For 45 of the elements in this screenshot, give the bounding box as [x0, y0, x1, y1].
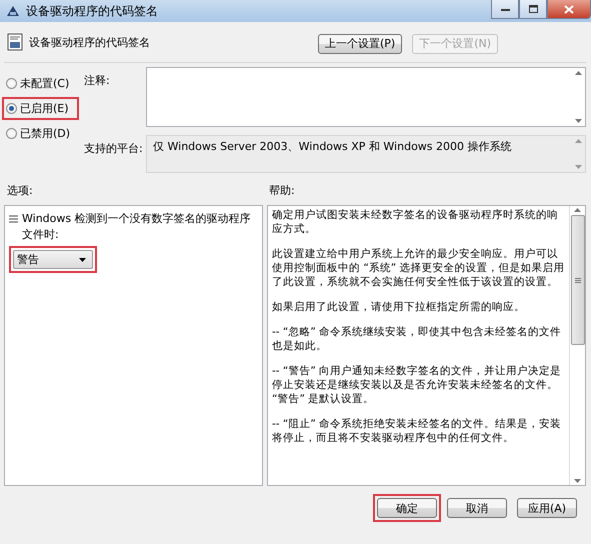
platform-text: 仅 Windows Server 2003、Windows XP 和 Windows 2000 操作系统 — [152, 139, 513, 155]
field-label: 支持的平台: — [84, 141, 144, 157]
scroll-up-icon — [574, 139, 582, 143]
setting-icon — [7, 33, 23, 51]
list-icon — [9, 215, 18, 223]
help-paragraph: 此设置建立给中用户系统上允许的最少安全响应。用户可以使用控制面板中的 “系统” 选择更安全的设置，但是如果启用了此设置，系统就不会实施任何安全性低于该设置的设置。 — [272, 247, 565, 289]
caret-icon — [79, 258, 86, 262]
scrollbar[interactable] — [569, 206, 585, 485]
setting-title: 设备驱动程序的代码签名 — [29, 34, 151, 50]
section-heading: 选项: — [6, 183, 34, 199]
close-button[interactable] — [547, 0, 591, 19]
minimize-button[interactable] — [491, 0, 519, 19]
help-paragraph: 如果启用了此设置，请使用下拉框指定所需的响应。 — [272, 300, 526, 314]
field-label: 注释: — [84, 73, 111, 89]
radio-circle[interactable] — [6, 78, 17, 89]
scroll-down-icon — [574, 165, 582, 169]
dialog-button[interactable]: 应用(A) — [517, 498, 577, 518]
scroll-up-icon — [574, 208, 581, 212]
dialog-button[interactable]: 确定 — [377, 498, 437, 518]
help-paragraph: -- “忽略” 命令系统继续安装，即使其中包含未经签名的文件也是如此。 — [272, 325, 562, 353]
maximize-icon — [528, 5, 538, 13]
radio-circle[interactable] — [6, 103, 17, 114]
radio-circle[interactable] — [6, 128, 17, 139]
help-paragraph: -- “警告” 向用户通知未经数字签名的文件，并让用户决定是停止安装还是继续安装以及是否允许安装未经签名的文件。 “警告” 是默认设置。 — [272, 364, 562, 406]
scroll-down-icon — [574, 119, 582, 123]
radio-button[interactable]: 已禁用(D) — [2, 122, 80, 145]
scroll-up-icon — [574, 71, 582, 75]
help-paragraph: -- “阻止” 命令系统拒绝安装未经签名的文件。结果是，安装将停止，而且将不安装驱动程序包中的任何文件。 — [272, 417, 562, 445]
comment-field[interactable] — [146, 67, 586, 127]
window-title: 设备驱动程序的代码签名 — [26, 2, 159, 20]
scroll-down-icon — [574, 479, 581, 483]
scroll-thumb[interactable] — [570, 215, 584, 345]
maximize-button[interactable] — [519, 0, 547, 19]
radio-button[interactable]: 已启用(E) — [2, 97, 79, 120]
radio-button[interactable]: 未配置(C) — [2, 72, 80, 95]
dropdown[interactable]: 警告 — [13, 250, 93, 269]
option-prompt: Windows 检测到一个没有数字签名的驱动程序文件时: — [22, 211, 252, 243]
grip-icon — [574, 278, 580, 282]
minimize-icon — [500, 8, 510, 10]
app-icon — [6, 4, 20, 18]
section-heading: 帮助: — [268, 183, 296, 199]
dialog-button[interactable]: 取消 — [447, 498, 507, 518]
help-paragraph: 确定用户试图安装未经数字签名的设备驱动程序时系统的响应方式。 — [272, 208, 559, 236]
close-icon — [564, 4, 574, 14]
dialog-button[interactable]: 上一个设置(P) — [318, 34, 402, 54]
